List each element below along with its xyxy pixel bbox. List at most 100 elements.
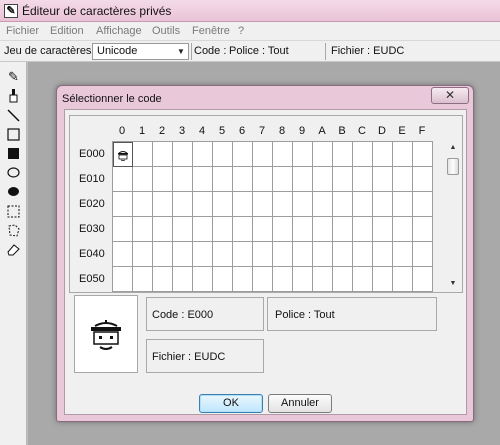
code-cell[interactable]	[193, 267, 213, 292]
code-cell[interactable]	[333, 167, 353, 192]
menu-outils[interactable]: Outils	[152, 25, 180, 37]
code-cell[interactable]	[133, 167, 153, 192]
pencil-icon[interactable]: ✎	[5, 68, 22, 85]
rectangle-filled-icon[interactable]	[5, 145, 22, 162]
code-cell[interactable]	[153, 267, 173, 292]
code-cell[interactable]	[113, 167, 133, 192]
code-cell[interactable]	[333, 142, 353, 167]
code-cell[interactable]	[293, 167, 313, 192]
brush-icon[interactable]	[5, 87, 22, 104]
code-cell[interactable]	[313, 242, 333, 267]
code-cell[interactable]	[153, 142, 173, 167]
code-cell[interactable]	[153, 217, 173, 242]
charset-select[interactable]: Unicode ▼	[92, 43, 189, 60]
menu-affichage[interactable]: Affichage	[96, 25, 142, 37]
code-cell[interactable]	[153, 192, 173, 217]
code-cell[interactable]	[213, 192, 233, 217]
code-cell[interactable]	[273, 242, 293, 267]
code-cell[interactable]	[173, 242, 193, 267]
code-cell[interactable]	[133, 267, 153, 292]
code-cell[interactable]	[393, 217, 413, 242]
scroll-down-icon[interactable]: ▼	[446, 278, 460, 290]
code-cell[interactable]	[293, 142, 313, 167]
code-cell[interactable]	[133, 142, 153, 167]
code-cell[interactable]	[133, 217, 153, 242]
code-cell[interactable]	[333, 242, 353, 267]
menu-help[interactable]: ?	[238, 25, 244, 37]
code-cell[interactable]	[373, 192, 393, 217]
code-cell[interactable]	[353, 267, 373, 292]
menu-fenetre[interactable]: Fenêtre	[192, 25, 230, 37]
code-cell[interactable]	[253, 167, 273, 192]
code-cell[interactable]	[173, 217, 193, 242]
freeform-select-icon[interactable]	[5, 222, 22, 239]
code-cell[interactable]	[213, 267, 233, 292]
code-cell[interactable]	[353, 142, 373, 167]
rectangle-select-icon[interactable]	[5, 203, 22, 220]
code-cell[interactable]	[393, 142, 413, 167]
code-cell[interactable]	[413, 267, 433, 292]
code-cell[interactable]	[393, 267, 413, 292]
code-cell[interactable]	[373, 142, 393, 167]
code-cell[interactable]	[233, 167, 253, 192]
code-cell[interactable]	[133, 242, 153, 267]
code-cell[interactable]	[293, 217, 313, 242]
menu-edition[interactable]: Edition	[50, 25, 84, 37]
grid-scrollbar[interactable]: ▲ ▼	[446, 142, 460, 290]
code-cell[interactable]	[353, 167, 373, 192]
code-cell[interactable]	[413, 192, 433, 217]
rectangle-outline-icon[interactable]	[5, 126, 22, 143]
code-cell[interactable]	[233, 217, 253, 242]
code-cell[interactable]	[353, 217, 373, 242]
code-cell[interactable]	[133, 192, 153, 217]
code-cell[interactable]	[253, 142, 273, 167]
code-cell[interactable]	[273, 192, 293, 217]
code-cell[interactable]	[313, 167, 333, 192]
code-cell[interactable]	[413, 217, 433, 242]
code-cell[interactable]	[233, 192, 253, 217]
code-cell[interactable]	[173, 267, 193, 292]
eraser-icon[interactable]	[5, 241, 22, 258]
line-icon[interactable]	[5, 107, 22, 124]
code-cell[interactable]	[113, 192, 133, 217]
code-cell[interactable]	[313, 267, 333, 292]
code-cell[interactable]	[113, 267, 133, 292]
code-cell[interactable]	[333, 217, 353, 242]
code-cell[interactable]	[373, 167, 393, 192]
code-cell[interactable]	[193, 167, 213, 192]
code-cell[interactable]	[213, 167, 233, 192]
code-cell[interactable]	[313, 142, 333, 167]
code-cell[interactable]	[193, 242, 213, 267]
code-cell[interactable]	[393, 192, 413, 217]
chevron-down-icon[interactable]: ▼	[174, 44, 188, 59]
code-cell[interactable]	[213, 142, 233, 167]
ok-button[interactable]: OK	[199, 394, 263, 413]
code-cell[interactable]	[373, 217, 393, 242]
code-cell[interactable]	[193, 217, 213, 242]
code-cell[interactable]	[413, 242, 433, 267]
code-cell[interactable]	[253, 242, 273, 267]
code-cell[interactable]	[173, 167, 193, 192]
code-cell[interactable]	[393, 242, 413, 267]
code-cell[interactable]	[293, 192, 313, 217]
code-cell[interactable]	[113, 217, 133, 242]
cancel-button[interactable]: Annuler	[268, 394, 332, 413]
code-cell[interactable]	[193, 142, 213, 167]
code-cell[interactable]	[173, 192, 193, 217]
code-cell[interactable]	[333, 192, 353, 217]
code-cell[interactable]	[373, 242, 393, 267]
code-cell[interactable]	[393, 167, 413, 192]
code-cell[interactable]	[213, 217, 233, 242]
ellipse-outline-icon[interactable]	[5, 164, 22, 181]
code-cell[interactable]	[233, 242, 253, 267]
scroll-up-icon[interactable]: ▲	[446, 142, 460, 154]
code-cell[interactable]	[113, 142, 133, 167]
code-cell[interactable]	[173, 142, 193, 167]
code-cell[interactable]	[373, 267, 393, 292]
code-cell[interactable]	[413, 167, 433, 192]
code-cell[interactable]	[313, 217, 333, 242]
code-cell[interactable]	[253, 267, 273, 292]
code-cell[interactable]	[273, 167, 293, 192]
code-cell[interactable]	[233, 267, 253, 292]
code-cell[interactable]	[273, 142, 293, 167]
